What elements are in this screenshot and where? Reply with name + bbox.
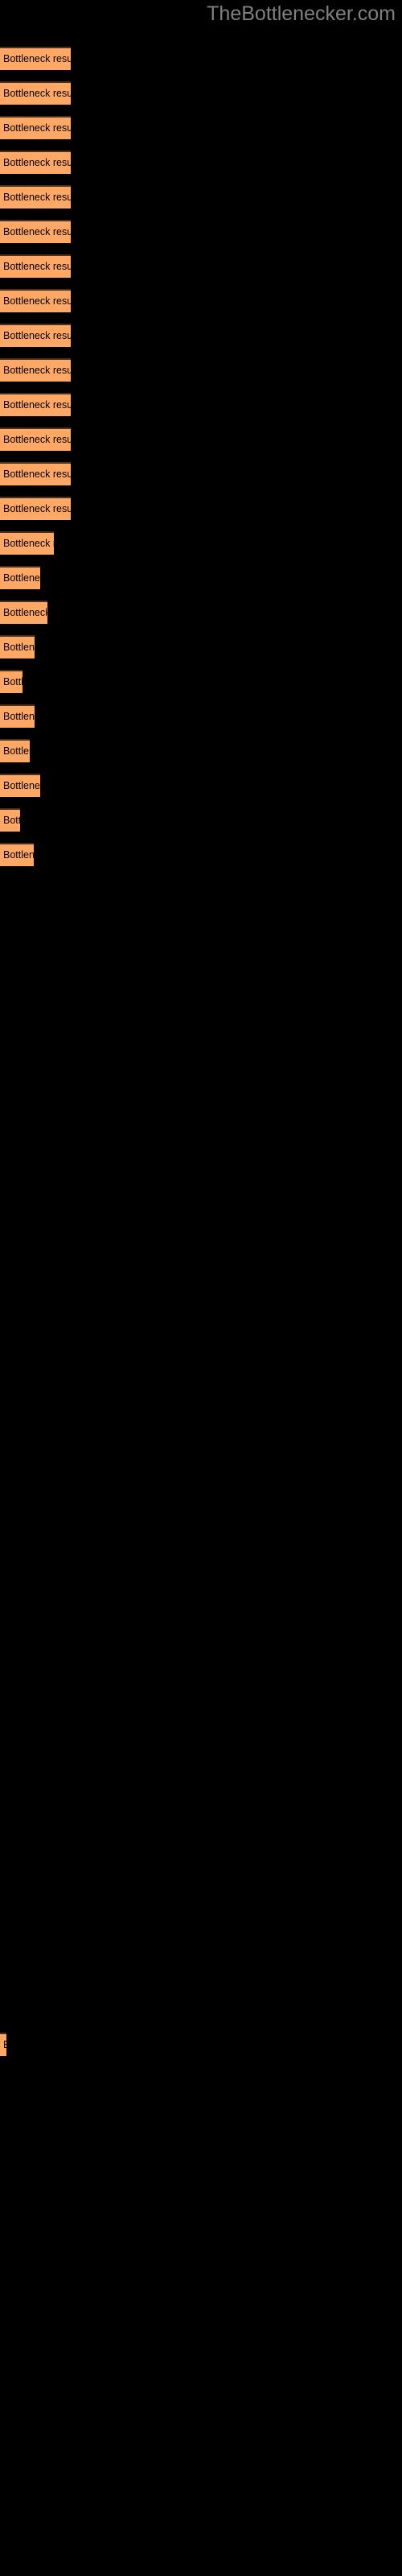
bar-label: Bottleneck result: [3, 399, 71, 411]
bar-label: Bottleneck result: [3, 261, 71, 272]
bar-row[interactable]: Bottleneck result: [0, 601, 47, 624]
bar-label: Bottleneck result: [3, 122, 71, 134]
bar-row[interactable]: Bottleneck result: [0, 635, 35, 658]
bar-label: Bottleneck result: [3, 469, 71, 480]
bar-label: Bottleneck result: [3, 503, 71, 514]
bar-row[interactable]: Bottleneck result: [0, 462, 71, 485]
bar-label: Bottleneck result: [0, 2034, 6, 2056]
bar-label: Bottleneck result: [3, 642, 35, 653]
bar-label: Bottleneck result: [3, 192, 71, 203]
bar-label: Bottleneck result: [3, 53, 71, 64]
bar-row[interactable]: Bottleneck result: [0, 2033, 6, 2056]
bar-row[interactable]: Bottleneck result: [0, 808, 20, 832]
bar-row[interactable]: Bottleneck result: [0, 566, 40, 589]
bottleneck-bar-chart: Bottleneck result Bottleneck result Bottle…: [0, 0, 402, 2576]
bar-label: Bottleneck result: [3, 849, 34, 861]
bar-row[interactable]: Bottleneck result: [0, 289, 71, 312]
bar-row[interactable]: Bottleneck result: [0, 497, 71, 520]
bar-row[interactable]: Bottleneck result: [0, 393, 71, 416]
bar-label: Bottleneck result: [3, 295, 71, 307]
bar-row[interactable]: Bottleneck result: [0, 185, 71, 208]
site-title: TheBottlenecker.com: [207, 2, 396, 25]
bar-label: Bottleneck result: [3, 88, 71, 99]
bar-label: Bottleneck result: [3, 434, 71, 445]
bar-row[interactable]: Bottleneck result: [0, 116, 71, 139]
bar-row[interactable]: Bottleneck result: [0, 81, 71, 105]
bar-label: Bottleneck result: [3, 538, 54, 549]
bar-label: Bottleneck result: [3, 780, 40, 791]
bar-label: Bottleneck result: [3, 365, 71, 376]
bar-label: Bottleneck result: [3, 607, 47, 618]
bar-row[interactable]: Bottleneck result: [0, 843, 34, 866]
bar-row[interactable]: Bottleneck result: [0, 739, 30, 762]
bar-row[interactable]: Bottleneck result: [0, 220, 71, 243]
bar-row[interactable]: Bottleneck result: [0, 324, 71, 347]
bar-row[interactable]: Bottleneck result: [0, 254, 71, 278]
bar-label: Bottleneck result: [3, 572, 40, 584]
bar-row[interactable]: Bottleneck result: [0, 531, 54, 555]
bar-row[interactable]: Bottleneck result: [0, 704, 35, 728]
bar-label: Bottleneck result: [3, 676, 23, 687]
bar-label: Bottleneck result: [3, 226, 71, 237]
bar-row[interactable]: Bottleneck result: [0, 427, 71, 451]
bar-label: Bottleneck result: [3, 330, 71, 341]
bar-row[interactable]: Bottleneck result: [0, 47, 71, 70]
bar-row[interactable]: Bottleneck result: [0, 151, 71, 174]
bar-label: Bottleneck result: [3, 711, 35, 722]
bar-row[interactable]: Bottleneck result: [0, 670, 23, 693]
bar-row[interactable]: Bottleneck result: [0, 358, 71, 382]
bar-label: Bottleneck result: [3, 157, 71, 168]
bar-label: Bottleneck result: [3, 815, 20, 826]
bar-label: Bottleneck result: [3, 745, 30, 757]
bar-row[interactable]: Bottleneck result: [0, 774, 40, 797]
